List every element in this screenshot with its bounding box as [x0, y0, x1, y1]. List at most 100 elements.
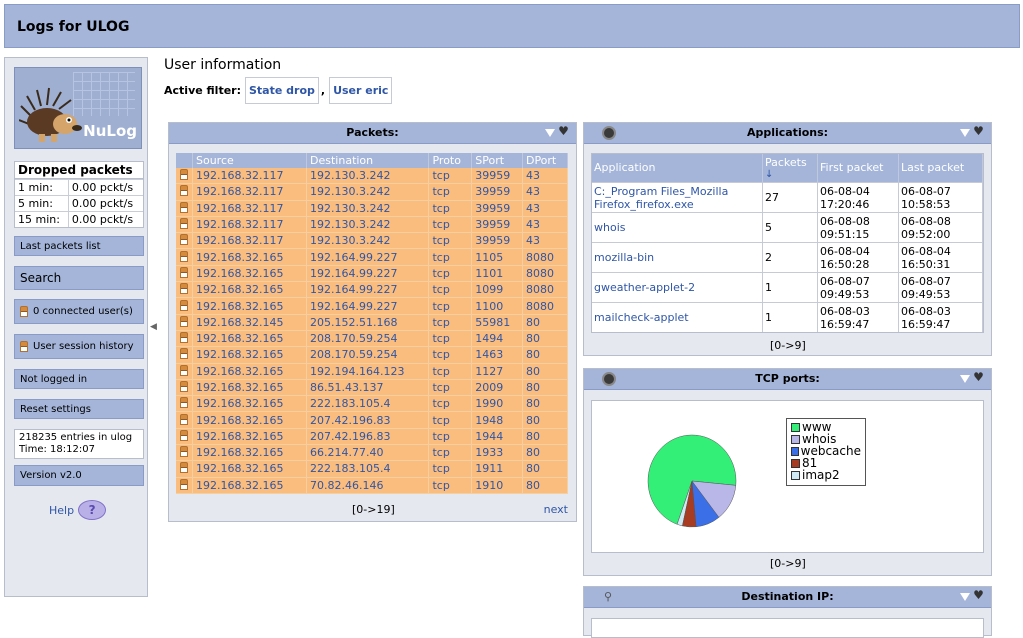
proto-cell[interactable]: tcp — [428, 297, 473, 315]
sport-cell[interactable]: 1944 — [471, 428, 523, 446]
source-ip-cell[interactable]: 192.168.32.165 — [192, 395, 308, 413]
column-header-proto[interactable]: Proto — [428, 153, 473, 168]
destination-ip-cell[interactable]: 208.170.59.254 — [306, 330, 430, 348]
proto-cell[interactable]: tcp — [428, 428, 473, 446]
source-ip-cell[interactable]: 192.168.32.117 — [192, 168, 308, 185]
source-ip-cell[interactable]: 192.168.32.117 — [192, 232, 308, 250]
source-ip-cell[interactable]: 192.168.32.117 — [192, 216, 308, 234]
dport-cell[interactable]: 8080 — [522, 281, 569, 299]
proto-cell[interactable]: tcp — [428, 363, 473, 380]
heart-icon[interactable]: ♥ — [972, 589, 985, 601]
sport-cell[interactable]: 39959 — [471, 232, 523, 250]
sport-cell[interactable]: 2009 — [471, 379, 523, 397]
destination-ip-cell[interactable]: 222.183.105.4 — [306, 460, 430, 478]
destination-ip-cell[interactable]: 205.152.51.168 — [306, 314, 430, 331]
column-header-dport[interactable]: DPort — [522, 153, 569, 168]
source-ip-cell[interactable]: 192.168.32.165 — [192, 428, 308, 446]
collapse-triangle-icon[interactable] — [545, 126, 555, 137]
application-link[interactable]: C:_Program Files_Mozilla Firefox_firefox… — [592, 182, 763, 213]
sport-cell[interactable]: 39959 — [471, 200, 523, 217]
packets-next-link[interactable]: next — [544, 503, 568, 516]
table-row[interactable]: 192.168.32.117 192.130.3.242 tcp 39959 43 — [176, 200, 569, 217]
proto-cell[interactable]: tcp — [428, 379, 473, 397]
source-ip-cell[interactable]: 192.168.32.117 — [192, 183, 308, 201]
column-header-first-packet[interactable]: First packet — [817, 154, 899, 183]
destination-ip-cell[interactable]: 222.183.105.4 — [306, 395, 430, 413]
destination-ip-cell[interactable]: 192.130.3.242 — [306, 232, 430, 250]
sport-cell[interactable]: 1463 — [471, 346, 523, 364]
sport-cell[interactable]: 39959 — [471, 216, 523, 234]
table-row[interactable]: 192.168.32.165 222.183.105.4 tcp 1911 80 — [176, 460, 569, 478]
table-row[interactable]: 192.168.32.145 205.152.51.168 tcp 55981 80 — [176, 314, 569, 331]
table-row[interactable]: 192.168.32.165 192.164.99.227 tcp 1100 8080 — [176, 297, 569, 315]
table-row[interactable]: 192.168.32.165 192.164.99.227 tcp 1099 8080 — [176, 281, 569, 299]
table-row[interactable]: 192.168.32.165 222.183.105.4 tcp 1990 80 — [176, 395, 569, 413]
table-row[interactable]: 192.168.32.165 192.194.164.123 tcp 1127 80 — [176, 363, 569, 380]
destination-ip-cell[interactable]: 192.164.99.227 — [306, 248, 430, 266]
filter-user-eric[interactable]: User eric — [329, 77, 393, 104]
proto-cell[interactable]: tcp — [428, 248, 473, 266]
sport-cell[interactable]: 1100 — [471, 297, 523, 315]
destination-ip-cell[interactable]: 192.130.3.242 — [306, 216, 430, 234]
table-row[interactable]: 192.168.32.165 192.164.99.227 tcp 1105 8080 — [176, 248, 569, 266]
destination-ip-cell[interactable]: 192.130.3.242 — [306, 200, 430, 217]
dport-cell[interactable]: 43 — [522, 200, 569, 217]
sort-desc-icon[interactable]: ↓ — [765, 169, 815, 180]
proto-cell[interactable]: tcp — [428, 395, 473, 413]
destination-ip-cell[interactable]: 70.82.46.146 — [306, 477, 430, 494]
source-ip-cell[interactable]: 192.168.32.165 — [192, 330, 308, 348]
filter-state-drop[interactable]: State drop — [245, 77, 319, 104]
plug-icon[interactable]: ⚲ — [604, 587, 612, 607]
table-row[interactable]: 192.168.32.165 192.164.99.227 tcp 1101 8080 — [176, 265, 569, 283]
help-link[interactable]: Help ? — [49, 500, 107, 520]
dport-cell[interactable]: 43 — [522, 232, 569, 250]
source-ip-cell[interactable]: 192.168.32.165 — [192, 411, 308, 429]
table-row[interactable]: 192.168.32.165 86.51.43.137 tcp 2009 80 — [176, 379, 569, 397]
heart-icon[interactable]: ♥ — [557, 125, 570, 137]
dport-cell[interactable]: 80 — [522, 428, 569, 446]
table-row[interactable]: 192.168.32.165 208.170.59.254 tcp 1463 80 — [176, 346, 569, 364]
destination-ip-cell[interactable]: 192.130.3.242 — [306, 168, 430, 185]
proto-cell[interactable]: tcp — [428, 200, 473, 217]
sport-cell[interactable]: 1099 — [471, 281, 523, 299]
table-row[interactable]: 192.168.32.165 70.82.46.146 tcp 1910 80 — [176, 477, 569, 494]
dport-cell[interactable]: 80 — [522, 379, 569, 397]
dport-cell[interactable]: 43 — [522, 216, 569, 234]
destination-ip-cell[interactable]: 86.51.43.137 — [306, 379, 430, 397]
table-row[interactable]: 192.168.32.165 208.170.59.254 tcp 1494 80 — [176, 330, 569, 348]
sport-cell[interactable]: 1911 — [471, 460, 523, 478]
proto-cell[interactable]: tcp — [428, 330, 473, 348]
dport-cell[interactable]: 80 — [522, 460, 569, 478]
sport-cell[interactable]: 1990 — [471, 395, 523, 413]
dport-cell[interactable]: 8080 — [522, 265, 569, 283]
version-link[interactable]: Version v2.0 — [14, 465, 144, 486]
dport-cell[interactable]: 80 — [522, 477, 569, 494]
proto-cell[interactable]: tcp — [428, 346, 473, 364]
proto-cell[interactable]: tcp — [428, 216, 473, 234]
application-link[interactable]: mozilla-bin — [592, 242, 763, 273]
application-link[interactable]: mailcheck-applet — [592, 302, 763, 332]
dport-cell[interactable]: 43 — [522, 168, 569, 185]
source-ip-cell[interactable]: 192.168.32.165 — [192, 460, 308, 478]
application-link[interactable]: whois — [592, 212, 763, 243]
source-ip-cell[interactable]: 192.168.32.165 — [192, 477, 308, 494]
column-header-last-packet[interactable]: Last packet — [898, 154, 983, 183]
proto-cell[interactable]: tcp — [428, 183, 473, 201]
table-row[interactable]: 192.168.32.165 207.42.196.83 tcp 1948 80 — [176, 411, 569, 429]
heart-icon[interactable]: ♥ — [972, 371, 985, 383]
source-ip-cell[interactable]: 192.168.32.165 — [192, 363, 308, 380]
sport-cell[interactable]: 39959 — [471, 168, 523, 185]
proto-cell[interactable]: tcp — [428, 265, 473, 283]
dport-cell[interactable]: 80 — [522, 346, 569, 364]
connected-users-link[interactable]: 0 connected user(s) — [14, 299, 144, 324]
sport-cell[interactable]: 1105 — [471, 248, 523, 266]
column-header-sport[interactable]: SPort — [471, 153, 523, 168]
proto-cell[interactable]: tcp — [428, 281, 473, 299]
search-link[interactable]: Search — [14, 266, 144, 290]
proto-cell[interactable]: tcp — [428, 314, 473, 331]
proto-cell[interactable]: tcp — [428, 444, 473, 462]
destination-ip-cell[interactable]: 192.194.164.123 — [306, 363, 430, 380]
sport-cell[interactable]: 39959 — [471, 183, 523, 201]
heart-icon[interactable]: ♥ — [972, 125, 985, 137]
source-ip-cell[interactable]: 192.168.32.165 — [192, 379, 308, 397]
